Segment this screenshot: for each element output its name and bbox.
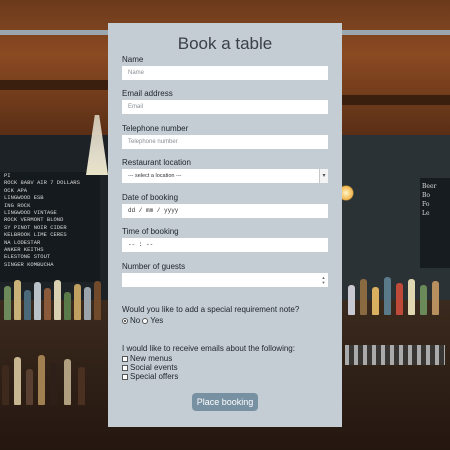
name-label: Name: [122, 55, 144, 64]
board-line: ROCK 8ABV AIR 7 DOLLARS: [4, 179, 80, 187]
chevron-down-icon[interactable]: ▾: [319, 169, 328, 183]
date-label: Date of booking: [122, 193, 179, 202]
board-line: ING ROCK: [4, 201, 31, 209]
checkbox-special-offers-label[interactable]: Special offers: [130, 372, 178, 381]
location-selected-value: --- select a location ---: [128, 173, 182, 179]
location-label: Restaurant location: [122, 158, 191, 167]
ceiling-beam: [342, 95, 450, 105]
radio-no-label[interactable]: No: [130, 316, 140, 325]
radio-no[interactable]: [122, 317, 128, 324]
board-line: Le: [422, 210, 430, 217]
board-line: KELBROOK LIME CERES: [4, 231, 67, 239]
email-option-social-events[interactable]: Social events: [122, 363, 178, 372]
board-line: Beer: [422, 183, 437, 190]
ceiling-beam: [0, 80, 108, 90]
board-line: Bo: [422, 192, 431, 199]
guests-field[interactable]: ▲ ▼: [122, 273, 328, 287]
checkbox-special-offers[interactable]: [122, 373, 128, 380]
location-select[interactable]: --- select a location --- ▾: [122, 169, 328, 183]
board-line: ELESTONE STOUT: [4, 253, 51, 261]
radio-yes-label[interactable]: Yes: [150, 316, 163, 325]
checkbox-social-events-label[interactable]: Social events: [130, 363, 178, 372]
booking-form: Book a table Name Name Email address Ema…: [108, 23, 342, 427]
board-line: LINGWOOD ESB: [4, 194, 44, 202]
board-line: SY PINOT NOIR CIDER: [4, 223, 67, 231]
checkbox-new-menus[interactable]: [122, 355, 128, 362]
time-field[interactable]: -- : --: [122, 238, 328, 252]
place-booking-button[interactable]: Place booking: [192, 393, 258, 411]
checkbox-social-events[interactable]: [122, 364, 128, 371]
special-requirement-question: Would you like to add a special requirem…: [122, 305, 300, 314]
time-label: Time of booking: [122, 227, 179, 236]
number-stepper-icon[interactable]: ▲ ▼: [321, 275, 326, 285]
board-line: OCK APA: [4, 186, 28, 194]
email-field[interactable]: Email: [122, 100, 328, 114]
bottle-shelf-left-lower: [0, 350, 108, 405]
checkbox-new-menus-label[interactable]: New menus: [130, 354, 172, 363]
special-requirement-options: No Yes: [122, 316, 163, 325]
email-label: Email address: [122, 89, 173, 98]
tap-row: [345, 345, 445, 365]
chalkboard-menu-right: Beer Bo Fo Le: [420, 178, 450, 268]
guests-label: Number of guests: [122, 262, 186, 271]
email-option-special-offers[interactable]: Special offers: [122, 372, 178, 381]
date-field[interactable]: dd / mm / yyyy: [122, 204, 328, 218]
radio-yes[interactable]: [142, 317, 149, 324]
name-field[interactable]: Name: [122, 66, 328, 80]
chalkboard-menu: PI ROCK 8ABV AIR 7 DOLLARS OCK APA LINGW…: [0, 172, 100, 282]
board-line: Fo: [422, 201, 430, 208]
board-line: ROCK VERMONT BLOND: [4, 216, 64, 224]
board-line: SINGER KOMBUCHA: [4, 260, 54, 268]
bottle-shelf-right: [342, 270, 450, 315]
emails-question: I would like to receive emails about the…: [122, 344, 295, 353]
phone-field[interactable]: Telephone number: [122, 135, 328, 149]
email-option-new-menus[interactable]: New menus: [122, 354, 172, 363]
form-title: Book a table: [177, 34, 273, 53]
board-line: LINGWOOD VINTAGE: [4, 209, 57, 217]
phone-label: Telephone number: [122, 124, 189, 133]
bottle-shelf-left: [0, 270, 108, 320]
board-line: PI: [4, 172, 11, 179]
board-line: ANKER KEITHS: [4, 246, 44, 254]
board-line: NA LODESTAR: [4, 238, 41, 246]
